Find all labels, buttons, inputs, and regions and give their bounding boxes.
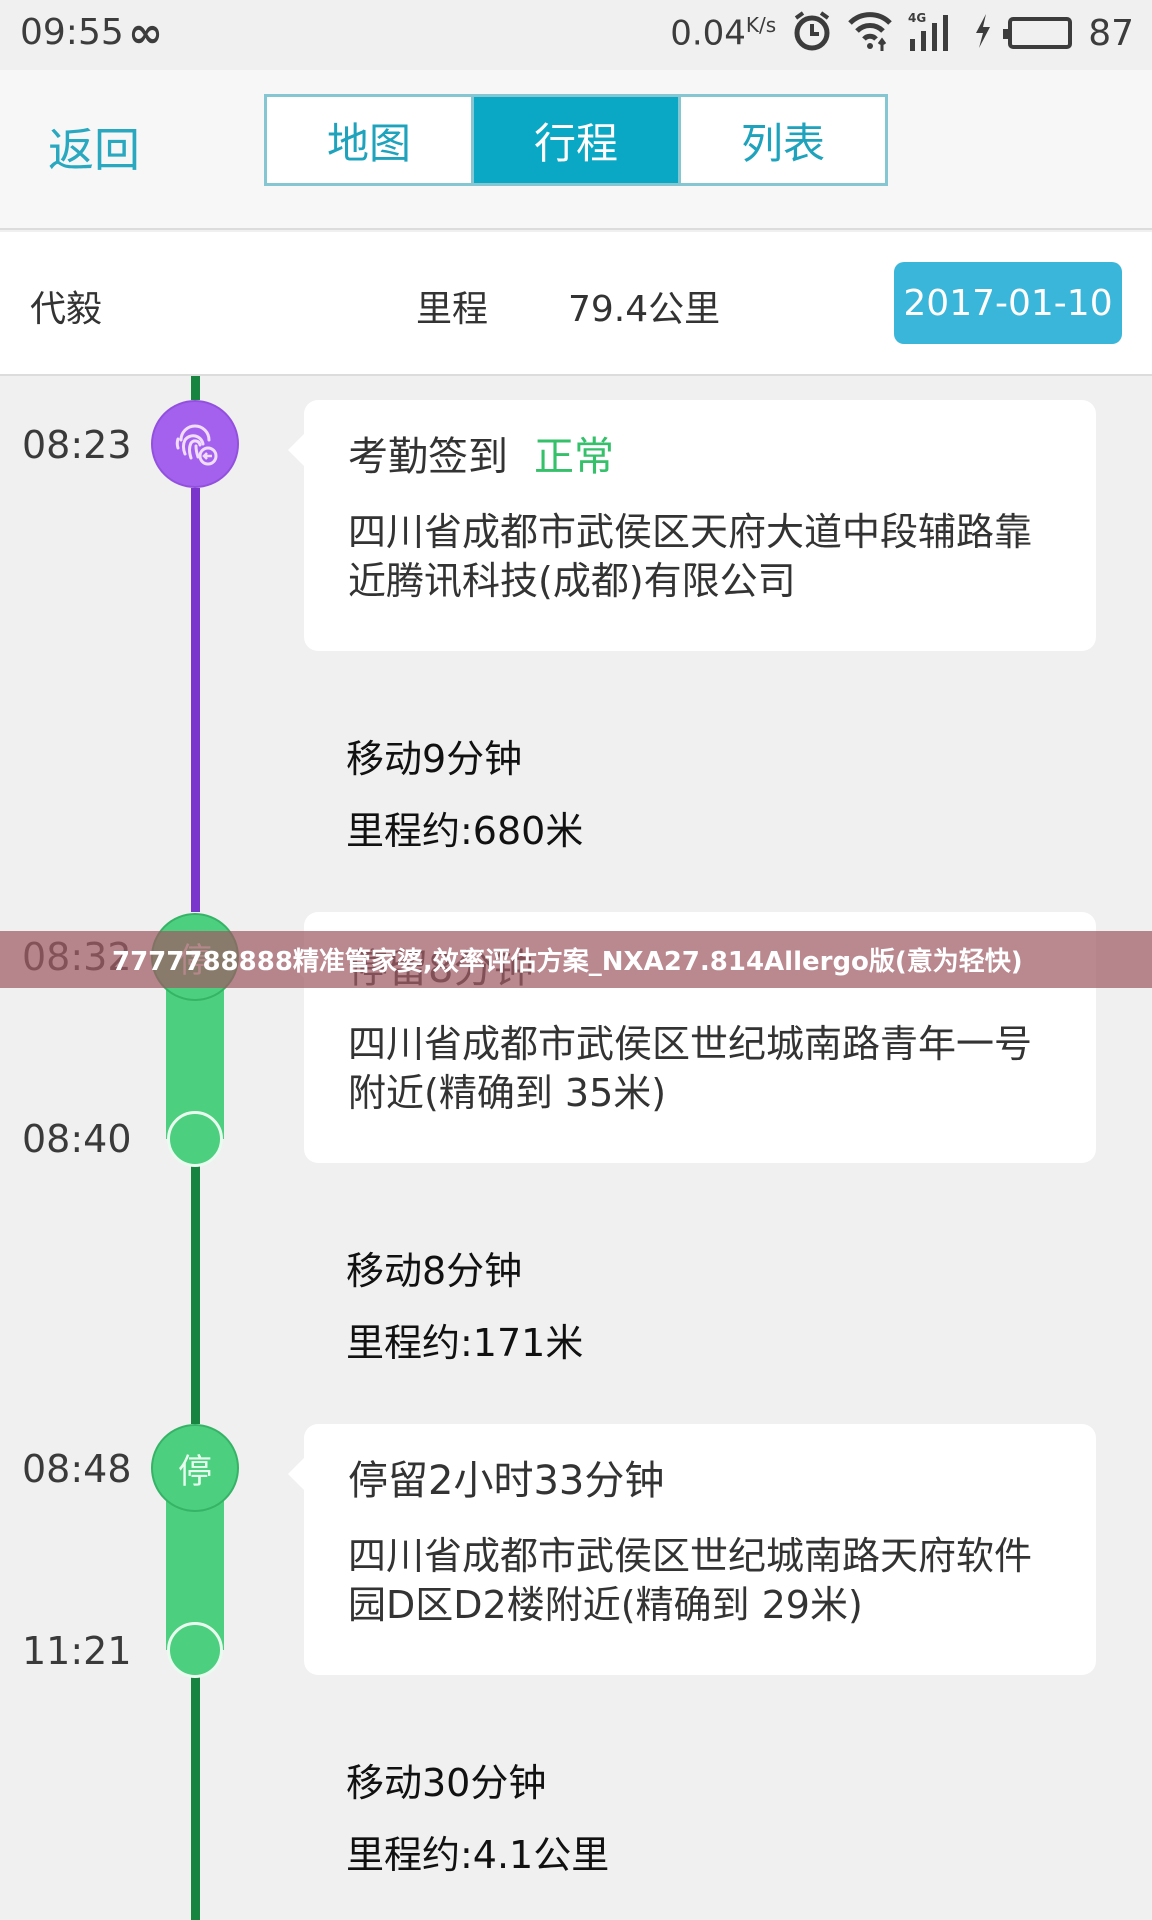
wifi-icon xyxy=(848,11,892,55)
timeline-line xyxy=(191,376,200,400)
event-end-time: 08:40 xyxy=(22,1117,132,1161)
stop-node[interactable]: 停 xyxy=(151,1424,239,1512)
tab-list[interactable]: 列表 xyxy=(678,97,885,183)
stop-end-node xyxy=(167,1622,223,1678)
view-tabs: 地图 行程 列表 xyxy=(264,94,888,186)
event-start-time: 08:48 xyxy=(22,1447,132,1491)
battery-level: 87 xyxy=(1088,12,1134,54)
move-distance: 里程约:680米 xyxy=(346,809,584,853)
battery-icon xyxy=(1003,17,1073,49)
tab-map[interactable]: 地图 xyxy=(267,97,471,183)
tab-trip[interactable]: 行程 xyxy=(471,97,678,183)
timeline-line xyxy=(191,1166,200,1424)
trip-summary: 代毅 里程 79.4公里 2017-01-10 xyxy=(0,232,1152,376)
watermark-banner: 7777788888精准管家婆,效率评估方案_NXA27.814Allergo版… xyxy=(0,931,1152,988)
net-speed: 0.04K/s xyxy=(670,12,777,54)
mileage-value: 79.4公里 xyxy=(568,289,721,330)
sign-in-node[interactable] xyxy=(151,400,239,488)
attendance-status: 正常 xyxy=(534,434,614,480)
alarm-icon xyxy=(792,10,832,56)
timeline-line xyxy=(191,1676,200,1920)
event-card[interactable]: 停留2小时33分钟 四川省成都市武侯区世纪城南路天府软件园D区D2楼附近(精确到… xyxy=(288,1424,1096,1675)
fingerprint-icon xyxy=(175,424,218,466)
infinity-icon: ∞ xyxy=(128,8,163,57)
event-time: 08:23 xyxy=(22,423,132,467)
move-duration: 移动8分钟 xyxy=(346,1249,523,1293)
timeline-line-purple xyxy=(191,488,200,912)
date-picker-button[interactable]: 2017-01-10 xyxy=(894,262,1122,344)
status-icons: 0.04K/s 4G 87 xyxy=(670,10,1134,56)
header: 返回 地图 行程 列表 xyxy=(0,70,1152,230)
move-distance: 里程约:171米 xyxy=(346,1321,584,1365)
move-duration: 移动9分钟 xyxy=(346,737,523,781)
signal-icon: 4G xyxy=(908,11,958,55)
event-address: 四川省成都市武侯区世纪城南路青年一号附近(精确到 35米) xyxy=(348,1022,1033,1115)
status-time: 09:55 xyxy=(20,12,124,53)
event-title: 考勤签到 正常 xyxy=(348,434,614,480)
move-distance: 里程约:4.1公里 xyxy=(346,1833,610,1877)
status-bar: 09:55 ∞ 0.04K/s 4G 87 xyxy=(0,0,1152,68)
charging-icon xyxy=(974,14,992,52)
move-duration: 移动30分钟 xyxy=(346,1761,547,1805)
event-address: 四川省成都市武侯区天府大道中段辅路靠近腾讯科技(成都)有限公司 xyxy=(348,510,1033,603)
event-end-time: 11:21 xyxy=(22,1629,132,1673)
user-name: 代毅 xyxy=(30,289,103,330)
mileage-label: 里程 xyxy=(416,289,489,330)
svg-text:4G: 4G xyxy=(908,11,926,25)
event-card[interactable]: 考勤签到 正常 四川省成都市武侯区天府大道中段辅路靠近腾讯科技(成都)有限公司 xyxy=(288,400,1096,651)
back-button[interactable]: 返回 xyxy=(48,114,140,180)
stop-end-node xyxy=(167,1111,223,1167)
event-title: 停留2小时33分钟 xyxy=(348,1458,665,1504)
event-address: 四川省成都市武侯区世纪城南路天府软件园D区D2楼附近(精确到 29米) xyxy=(348,1534,1033,1627)
